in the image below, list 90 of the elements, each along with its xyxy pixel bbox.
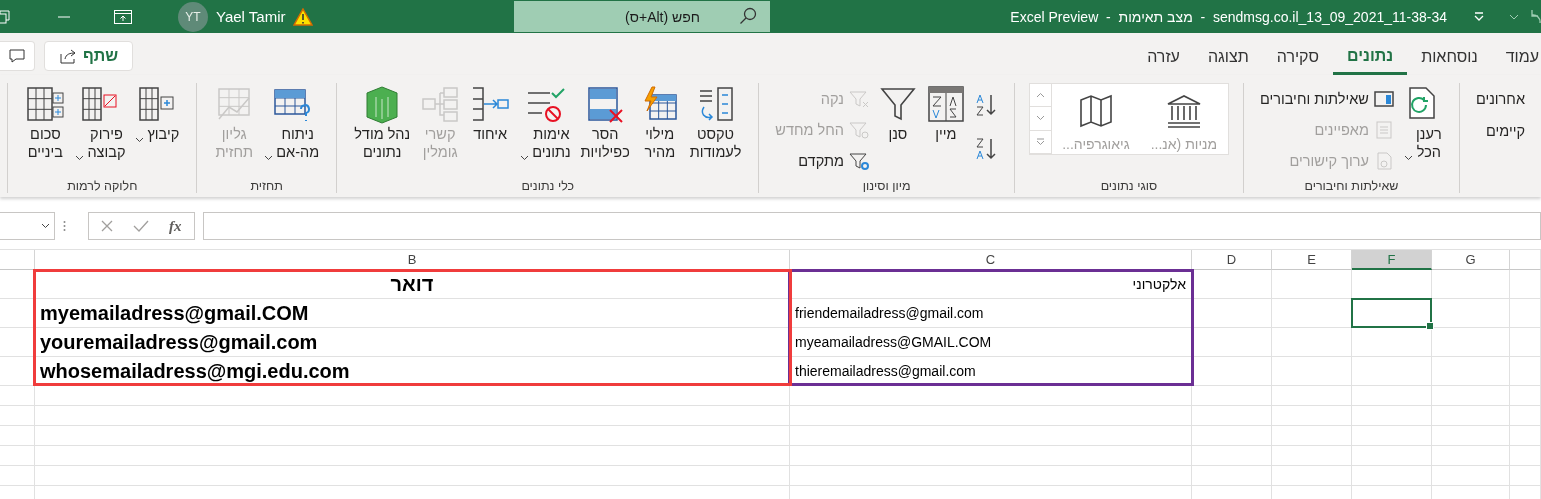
restore-icon[interactable] [0,9,10,24]
ribbon-button[interactable]: סנן [875,83,920,146]
table-cell: friendemailadress@gmail.com [790,299,1192,328]
minimize-icon[interactable] [58,15,70,18]
empty-cell [1510,328,1541,357]
empty-cell [0,406,35,426]
sort-grid-icon [926,85,965,125]
ribbon-button[interactable]: איחוד [467,83,514,146]
comment-icon [9,49,25,63]
empty-cell [1510,386,1541,406]
share-icon [59,48,77,64]
check-prohibit-icon [525,85,566,125]
expand-icon [1035,137,1045,146]
empty-cell [1510,446,1541,466]
ribbon-button[interactable]: קיימים [1473,117,1527,145]
ribbon-button[interactable]: מיין [923,83,968,146]
empty-cell [1510,466,1541,486]
column-header[interactable]: F [1352,250,1432,270]
selected-cell[interactable] [1351,298,1432,328]
empty-cell [1510,299,1541,328]
search-icon [739,7,757,25]
empty-cell [0,426,35,446]
formula-field[interactable] [202,212,1541,240]
group-label: תחזית [250,178,283,193]
empty-cell [0,386,35,406]
table-cell: youremailadress@gmail.com [35,328,790,357]
empty-cell [1510,426,1541,446]
group-label: מיון וסינון [862,178,911,193]
ribbon-button[interactable]: פירוק קבוצה [72,83,129,164]
search-field[interactable]: חפש (Alt+ס) [514,1,770,32]
ribbon-button[interactable]: נהל מודל נתונים [351,83,414,164]
ribbon-tab[interactable]: עמוד [1491,33,1541,75]
ribbon-button[interactable]: רענן הכל [1400,83,1445,164]
column-header[interactable]: E [1272,250,1352,270]
empty-cell [0,466,35,486]
ribbon-tab[interactable]: תצוגה [1193,33,1263,75]
insert-function-button[interactable]: fx [169,217,182,235]
group-label: שאילתות וחיבורים [1304,178,1399,193]
caret-icon[interactable] [1509,13,1519,20]
ribbon-button[interactable]: מתקדם [773,147,872,174]
user-name: Yael Tamir [216,8,286,25]
ribbon-button[interactable]: סכום ביניים [22,83,69,164]
share-button[interactable]: שתף [44,41,134,71]
table-cell: thieremailadress@gmail.com [790,357,1192,386]
table-cell: דואר [35,270,790,299]
caret-icon [41,223,50,229]
refresh-funnel-icon [847,119,870,140]
ribbon-button[interactable]: הסר כפילויות [577,83,633,164]
diagram-icon [420,85,461,125]
table-cell: whosemailadress@mgi.edu.com [35,357,790,386]
undo-icon[interactable] [1529,8,1541,25]
ribbon-button[interactable]: אחרונים [1473,85,1527,113]
clear-funnel-icon [847,88,870,109]
empty-cell [1510,406,1541,426]
ribbon-button[interactable]: מילוי מהיר [636,83,683,164]
table-pane-icon [1372,88,1395,109]
ribbon-tab[interactable]: עזרה [1133,33,1194,75]
ribbon-button[interactable]: שאילתות וחיבורים [1257,85,1397,112]
gear-funnel-icon [847,150,870,171]
cancel-icon[interactable] [101,220,113,232]
chevron-down-icon [1035,115,1045,122]
group-label: חלוקה לרמות [67,178,138,193]
column-header[interactable]: G [1432,250,1510,270]
ribbon-button[interactable]: ניתוח מה-אם [261,83,323,164]
chevron-up-icon [1035,92,1045,99]
comment-button[interactable] [0,41,35,71]
sort-az-icon [973,92,998,118]
ribbon-tab[interactable]: סקירה [1262,33,1333,75]
ribbon-button[interactable]: טקסט לעמודות [686,83,745,164]
ribbon-button[interactable]: אימות נתונים [517,83,574,164]
ribbon-button[interactable]: קיבוץ [132,83,183,146]
window-title: Excel Preview - מצב תאימות - sendmsg.co.il_13_09_2021_11-38-34 [1010,8,1447,25]
ribbon-display-icon[interactable] [114,9,132,24]
ribbon-tab[interactable]: נוסחאות [1407,33,1492,75]
table-cell: אלקטרוני [790,270,1192,299]
empty-cell [1510,357,1541,386]
group-label: כלי נתונים [521,178,575,193]
sort-za-icon [973,136,998,162]
empty-cell [1510,270,1541,299]
remove-rows-icon [585,85,626,125]
check-icon[interactable] [133,220,149,232]
empty-cell [0,446,35,466]
group-label: סוגי נתונים [1100,178,1158,193]
drag-handle-icon[interactable] [63,220,66,232]
table-cell: myeamailadress@GMAIL.COM [790,328,1192,357]
name-box[interactable] [0,212,55,240]
table-cell: myemailadress@gmail.COM [35,299,790,328]
column-header[interactable]: D [1192,250,1272,270]
customize-toolbar-icon[interactable] [1473,11,1485,22]
warning-icon[interactable] [293,7,314,26]
